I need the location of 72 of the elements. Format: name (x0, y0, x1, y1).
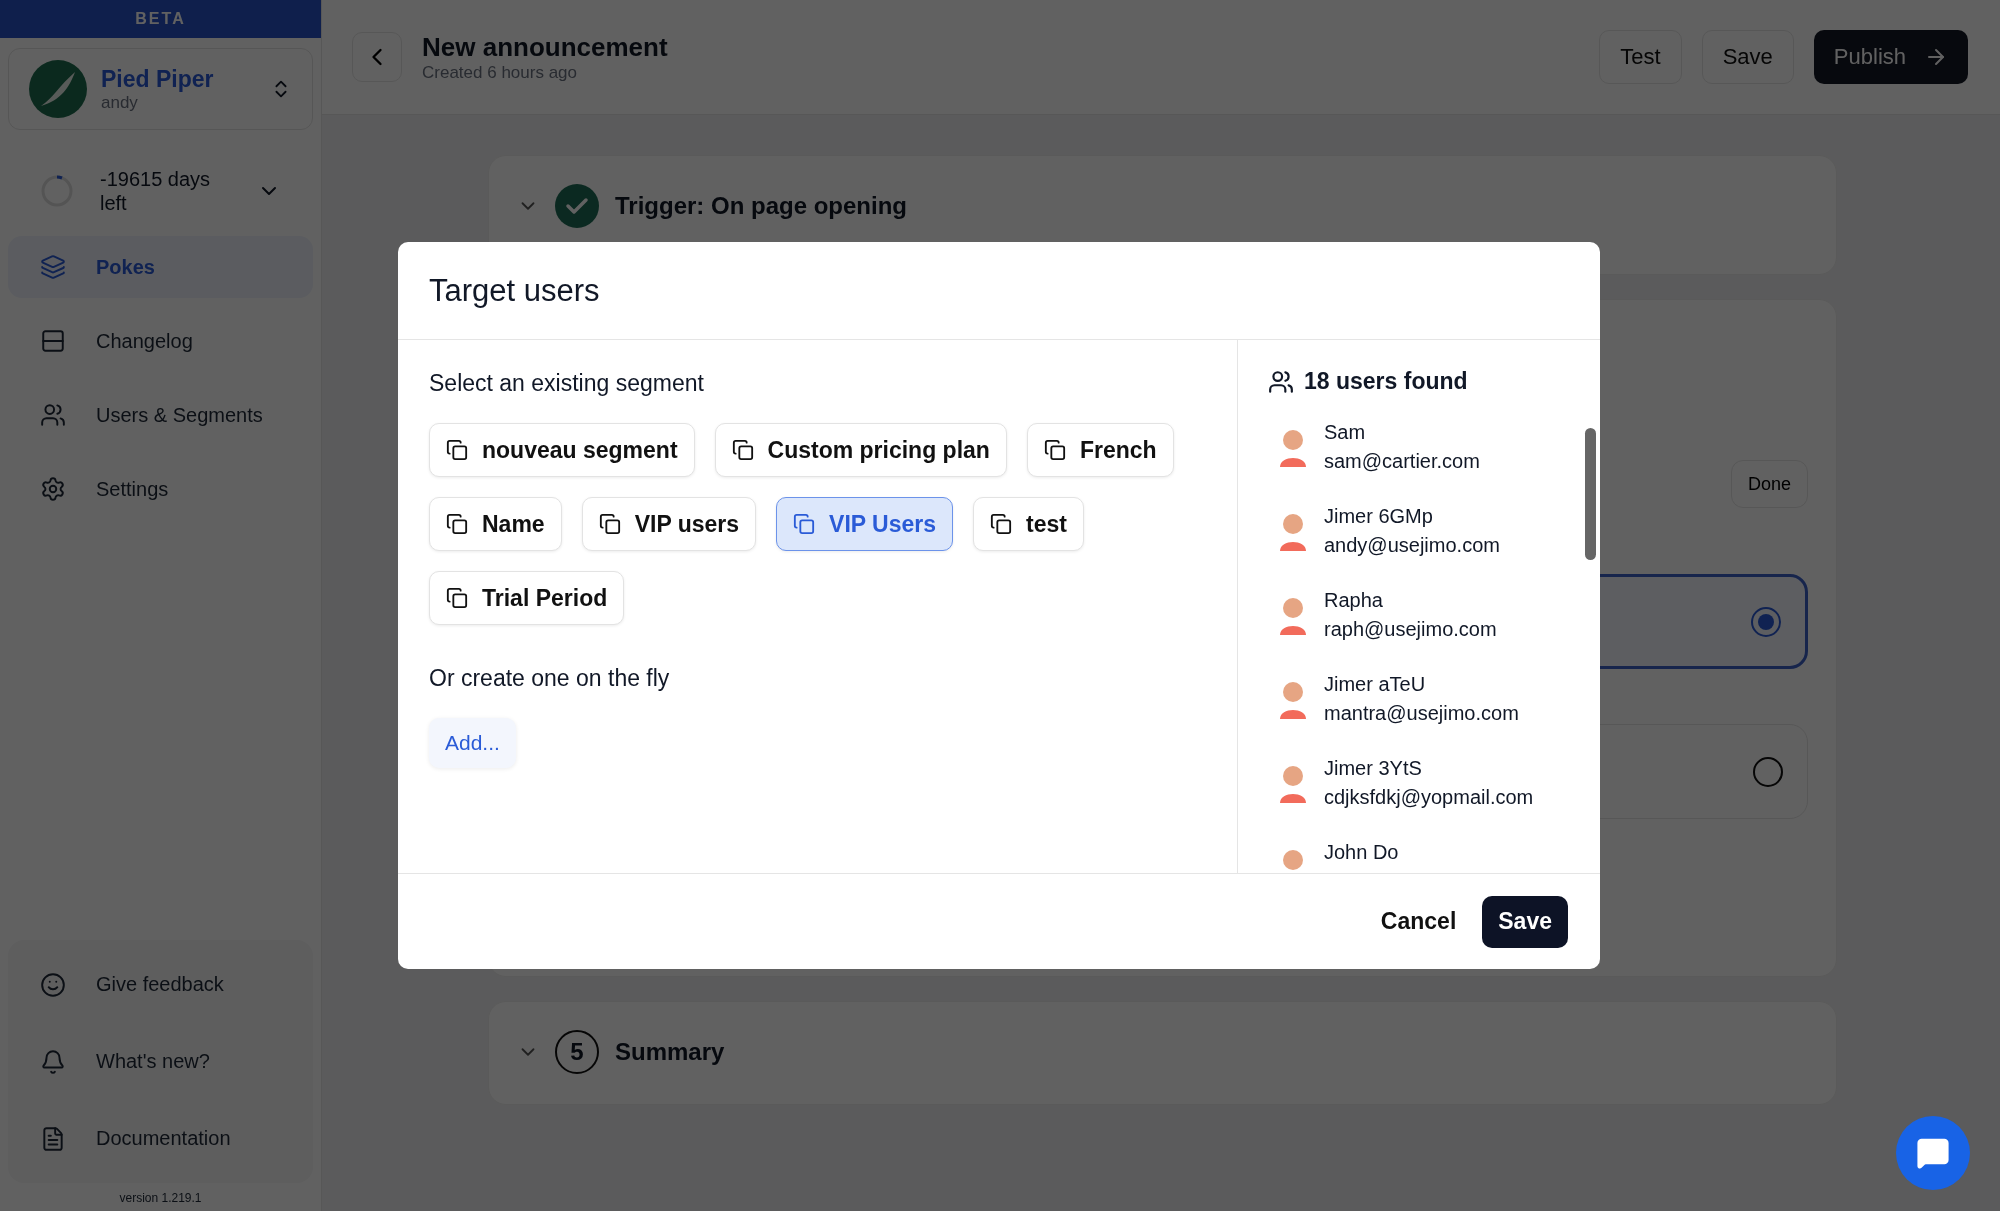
back-button[interactable] (352, 32, 402, 82)
segment-chip[interactable]: Name (429, 497, 562, 551)
section-heading: Or create one on the fly (429, 665, 671, 692)
copy-icon (990, 513, 1013, 535)
copy-icon (598, 513, 621, 535)
trial-days-text: -19615 days left (100, 167, 212, 215)
page-subtitle: Created 6 hours ago (422, 62, 578, 83)
workspace-switcher[interactable]: Pied Piper andy (8, 48, 313, 130)
user-email: sam@cartier.com (1324, 450, 1480, 473)
copy-icon (793, 513, 816, 535)
check-circle-icon (555, 184, 599, 228)
sidebar-item[interactable]: Changelog (8, 304, 313, 378)
user-name: Jimer 6GMp (1324, 505, 1434, 528)
header-button[interactable]: Test (1599, 30, 1682, 84)
chat-bubble-icon (1916, 1136, 1950, 1170)
user-name: Jimer 3YtS (1324, 757, 1423, 780)
scrollbar-thumb[interactable] (1585, 428, 1596, 560)
copy-icon (731, 439, 754, 461)
save-button[interactable]: Save (1482, 895, 1568, 948)
workspace-name: Pied Piper (101, 65, 215, 93)
users-found-count: 18 users found (1304, 368, 1468, 395)
step-title: Summary (615, 1038, 725, 1066)
header-button[interactable]: Save (1701, 30, 1794, 84)
workspace-user: andy (101, 92, 139, 113)
sidebar-item[interactable]: Settings (8, 452, 313, 526)
segment-chip[interactable]: VIP users (581, 497, 757, 551)
leaf-logo-icon (29, 60, 87, 118)
segment-chip[interactable]: nouveau segment (429, 423, 695, 477)
user-email: raph@usejimo.com (1324, 618, 1497, 641)
sidebar-item[interactable]: Users & Segments (8, 378, 313, 452)
add-button[interactable]: Add... (429, 718, 516, 768)
bell-icon (40, 1048, 66, 1075)
segment-chip[interactable]: French (1026, 423, 1174, 477)
help-link[interactable]: What's new? (8, 1023, 313, 1100)
user-name: Sam (1324, 421, 1367, 444)
publish-button[interactable]: Publish (1813, 30, 1968, 84)
segment-chip[interactable]: Custom pricing plan (714, 423, 1007, 477)
help-link[interactable]: Documentation (8, 1100, 313, 1177)
layers-icon (40, 254, 66, 280)
dialog-title: Target users (398, 242, 1600, 340)
segment-chip[interactable]: Trial Period (429, 571, 625, 625)
user-name: John Do (1324, 841, 1399, 864)
copy-icon (1043, 439, 1066, 461)
stacked-rows-icon (40, 328, 66, 354)
document-icon (40, 1125, 66, 1152)
users-icon (40, 402, 66, 428)
user-email: cdjksfdkj@yopmail.com (1324, 786, 1534, 809)
radio-button[interactable] (1753, 756, 1783, 787)
radio-button[interactable] (1751, 606, 1781, 637)
user-email: andy@usejimo.com (1324, 534, 1500, 557)
user-name: Rapha (1324, 589, 1384, 612)
step-title: Trigger: On page opening (615, 192, 907, 220)
section-heading: Select an existing segment (429, 370, 705, 397)
copy-icon (446, 513, 468, 535)
copy-icon (446, 439, 468, 461)
step-number: 5 (555, 1030, 599, 1074)
page-title: New announcement (422, 31, 669, 63)
smile-icon (40, 971, 66, 998)
version-text: version 1.219.1 (118, 1190, 203, 1207)
users-icon (1268, 368, 1294, 395)
user-email: mantra@usejimo.com (1324, 702, 1519, 725)
progress-ring-icon (40, 174, 74, 208)
beta-banner: BETA (0, 0, 321, 38)
cancel-button[interactable]: Cancel (1380, 900, 1457, 943)
user-name: Jimer aTeU (1324, 673, 1427, 696)
copy-icon (446, 587, 468, 609)
segment-chip[interactable]: VIP Users (776, 497, 954, 551)
segment-chip[interactable]: test (973, 497, 1084, 551)
sidebar-item[interactable]: Pokes (8, 236, 313, 298)
done-button[interactable]: Done (1730, 460, 1808, 508)
help-link[interactable]: Give feedback (8, 946, 313, 1023)
settings-icon (40, 476, 66, 502)
